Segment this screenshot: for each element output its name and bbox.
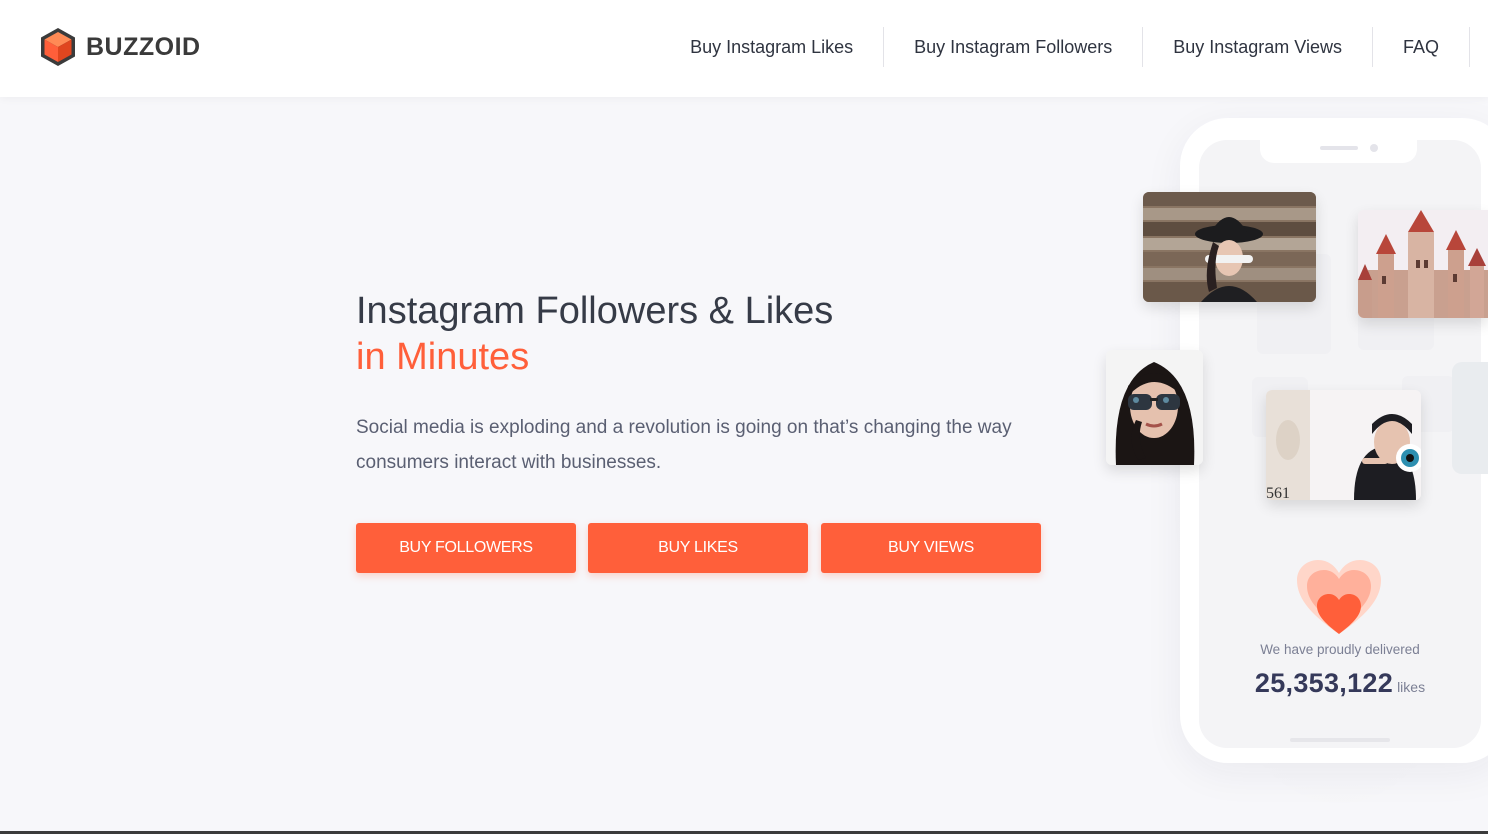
placeholder-tile bbox=[1452, 362, 1488, 474]
hero-title-line2: in Minutes bbox=[356, 336, 530, 378]
delivered-count: 25,353,122 likes bbox=[1199, 668, 1481, 699]
nav-buy-followers[interactable]: Buy Instagram Followers bbox=[884, 27, 1144, 67]
phone-camera bbox=[1370, 144, 1378, 152]
brand-logo[interactable]: BUZZOID bbox=[39, 27, 201, 67]
delivered-text: We have proudly delivered bbox=[1260, 642, 1420, 657]
hero-description: Social media is exploding and a revoluti… bbox=[356, 417, 1012, 473]
svg-text:561: 561 bbox=[1266, 485, 1290, 500]
buy-views-button[interactable]: BUY VIEWS bbox=[821, 523, 1041, 573]
likes-unit: likes bbox=[1397, 679, 1426, 695]
brand-name: BUZZOID bbox=[86, 32, 201, 61]
hexagon-cube-icon bbox=[41, 28, 75, 66]
hero-title: Instagram Followers & Likes in Minutes bbox=[356, 288, 833, 380]
eye-photo: 561 bbox=[1266, 390, 1421, 500]
phone-home-bar bbox=[1290, 738, 1390, 742]
cta-buttons: BUY FOLLOWERS BUY LIKES BUY VIEWS bbox=[356, 523, 1053, 573]
nav-buy-views[interactable]: Buy Instagram Views bbox=[1143, 27, 1373, 67]
woman-sunglasses-photo bbox=[1106, 350, 1203, 465]
nav-buy-likes[interactable]: Buy Instagram Likes bbox=[660, 27, 885, 67]
phone-notch bbox=[1260, 138, 1417, 163]
site-header: BUZZOID Buy Instagram Likes Buy Instagra… bbox=[0, 0, 1488, 97]
buy-followers-button[interactable]: BUY FOLLOWERS bbox=[356, 523, 576, 573]
woman-hat-photo bbox=[1143, 192, 1316, 302]
main-nav: Buy Instagram Likes Buy Instagram Follow… bbox=[660, 27, 1470, 67]
nav-faq[interactable]: FAQ bbox=[1373, 27, 1470, 67]
likes-count: 25,353,122 bbox=[1254, 668, 1394, 698]
buy-likes-button[interactable]: BUY LIKES bbox=[588, 523, 808, 573]
heart-icon bbox=[1297, 560, 1381, 636]
phone-speaker bbox=[1320, 146, 1358, 150]
hero-title-line1: Instagram Followers & Likes bbox=[356, 290, 834, 332]
castle-photo bbox=[1358, 210, 1488, 318]
